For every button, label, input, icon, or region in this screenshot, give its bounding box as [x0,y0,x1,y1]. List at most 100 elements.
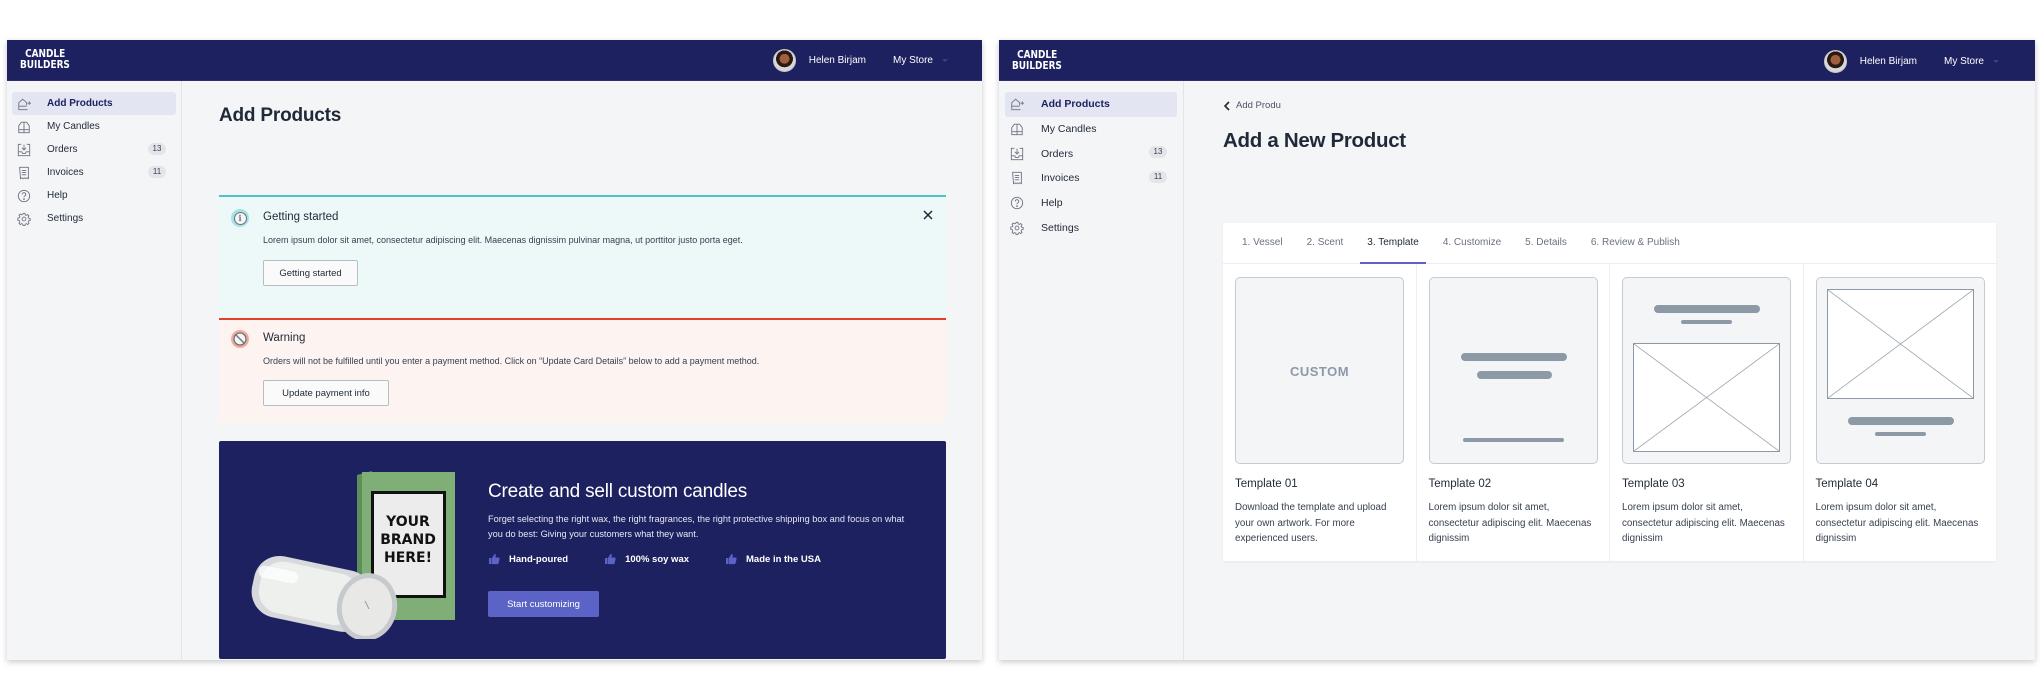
chevron-down-icon[interactable] [1993,60,1999,63]
orders-icon [17,143,31,157]
invoices-count-badge: 11 [148,166,166,178]
thumbs-up-icon [605,554,616,565]
template-list: CUSTOM Template 01 Download the template… [1223,264,1996,561]
sidebar-item-label: Add Products [1041,98,1110,111]
store-selector[interactable]: My Store [1944,56,1984,67]
user-menu[interactable]: Helen Birjam My Store [1823,50,1999,73]
avatar[interactable] [772,49,796,72]
sidebar-item-help[interactable]: Help [1005,191,1177,216]
top-nav-bar: CANDLE BUILDERS Helen Birjam My Store [999,40,2035,81]
sidebar-item-label: Invoices [1041,172,1080,185]
tab-details[interactable]: 5. Details [1524,223,1568,263]
getting-started-button[interactable]: Getting started [263,260,358,286]
close-icon[interactable] [921,208,935,222]
sidebar: Add Products My Candles Orders 13 Invoic… [999,81,1184,660]
tab-customize[interactable]: 4. Customize [1442,223,1502,263]
start-customizing-button[interactable]: Start customizing [488,591,599,617]
alert-message: Orders will not be fulfilled until you e… [263,356,760,366]
alert-title: Getting started [263,211,339,223]
template-description: Download the template and upload your ow… [1235,502,1387,544]
promo-title: Create and sell custom candles [488,481,748,502]
sidebar-item-my-candles[interactable]: My Candles [1005,117,1177,142]
user-name[interactable]: Helen Birjam [1860,56,1917,67]
custom-candles-promo: YOUR BRAND HERE! Create and sell custom … [219,441,946,659]
invoice-icon [1010,171,1024,185]
sidebar-item-label: Settings [1041,221,1079,234]
custom-label: CUSTOM [1289,364,1350,379]
store-selector[interactable]: My Store [893,55,933,66]
sidebar-item-help[interactable]: Help [12,184,176,207]
user-name[interactable]: Helen Birjam [809,55,866,66]
orders-count-badge: 13 [1149,146,1167,159]
tab-review-publish[interactable]: 6. Review & Publish [1590,223,1681,263]
text-line-placeholder [1681,320,1732,324]
template-thumbnail[interactable]: CUSTOM [1235,277,1404,464]
sidebar-item-invoices[interactable]: Invoices 11 [12,161,176,184]
tab-vessel[interactable]: 1. Vessel [1241,223,1284,263]
template-description: Lorem ipsum dolor sit amet, consectetur … [1622,502,1785,544]
sidebar-item-add-products[interactable]: Add Products [1005,92,1177,117]
template-thumbnail[interactable] [1622,277,1791,464]
tab-scent[interactable]: 2. Scent [1306,223,1345,263]
template-card-02[interactable]: Template 02 Lorem ipsum dolor sit amet, … [1417,264,1610,561]
template-title: Template 02 [1428,478,1492,490]
text-line-placeholder [1476,371,1552,379]
feature-label: Made in the USA [746,553,821,565]
template-description: Lorem ipsum dolor sit amet, consectetur … [1428,502,1592,544]
thumbs-up-icon [489,554,500,565]
info-icon: i [231,209,249,227]
feature-label: Hand-poured [509,553,569,565]
sidebar-item-label: Invoices [47,167,84,178]
template-thumbnail[interactable] [1815,277,1985,464]
user-menu[interactable]: Helen Birjam My Store [772,49,948,72]
getting-started-alert: i Getting started Lorem ipsum dolor sit … [219,195,946,315]
logo-line-2: BUILDERS [1012,59,1062,72]
feature-list: Hand-poured 100% soy wax Made in the USA [488,553,857,565]
template-card-01[interactable]: CUSTOM Template 01 Download the template… [1223,264,1417,561]
blocked-icon [231,330,249,348]
template-card-04[interactable]: Template 04 Lorem ipsum dolor sit amet, … [1804,264,1997,561]
sidebar-item-add-products[interactable]: Add Products [12,92,176,115]
chevron-down-icon[interactable] [942,59,948,62]
sidebar: Add Products My Candles Orders 13 Invoic… [7,81,182,660]
image-placeholder [1826,289,1974,399]
add-products-icon [17,97,31,111]
page-title: Add a New Product [1223,129,1406,152]
sidebar-item-invoices[interactable]: Invoices 11 [1005,166,1177,191]
update-payment-button[interactable]: Update payment info [263,380,389,406]
logo-line-1: CANDLE [1017,49,1058,61]
sidebar-item-label: Settings [47,213,84,224]
promo-description: Forget selecting the right wax, the righ… [488,514,905,539]
logo-line-1: CANDLE [25,48,66,60]
image-placeholder [1633,343,1780,452]
alert-message: Lorem ipsum dolor sit amet, consectetur … [263,235,743,245]
template-thumbnail[interactable] [1428,277,1598,464]
invoices-count-badge: 11 [1149,171,1167,184]
orders-count-badge: 13 [148,143,166,155]
candle-builders-logo[interactable]: CANDLE BUILDERS [20,49,70,70]
feature-label: 100% soy wax [625,553,690,565]
sidebar-item-settings[interactable]: Settings [12,207,176,230]
sidebar-item-my-candles[interactable]: My Candles [12,115,176,138]
feature-item: Hand-poured [488,553,568,565]
sidebar-item-orders[interactable]: Orders 13 [1005,141,1177,166]
tab-template[interactable]: 3. Template [1360,223,1426,264]
candles-icon [1010,122,1024,136]
avatar[interactable] [1823,50,1847,73]
back-link[interactable]: Add Produ [1223,100,1281,111]
box-text-2: BRAND [380,532,436,548]
sidebar-item-settings[interactable]: Settings [1005,215,1177,240]
feature-item: 100% soy wax [604,553,689,565]
sidebar-item-label: Add Products [47,98,113,109]
feature-item: Made in the USA [725,553,821,565]
text-line-placeholder [1462,438,1564,442]
help-icon [1010,196,1024,210]
candle-builders-logo[interactable]: CANDLE BUILDERS [1012,50,1062,71]
text-line-placeholder [1874,432,1926,436]
sidebar-item-orders[interactable]: Orders 13 [12,138,176,161]
thumbs-up-icon [726,554,737,565]
main-content: Add Products i Getting started Lorem ips… [182,81,982,660]
chevron-left-icon [1223,100,1230,111]
template-card-03[interactable]: Template 03 Lorem ipsum dolor sit amet, … [1610,264,1804,561]
sidebar-item-label: Orders [47,144,78,155]
